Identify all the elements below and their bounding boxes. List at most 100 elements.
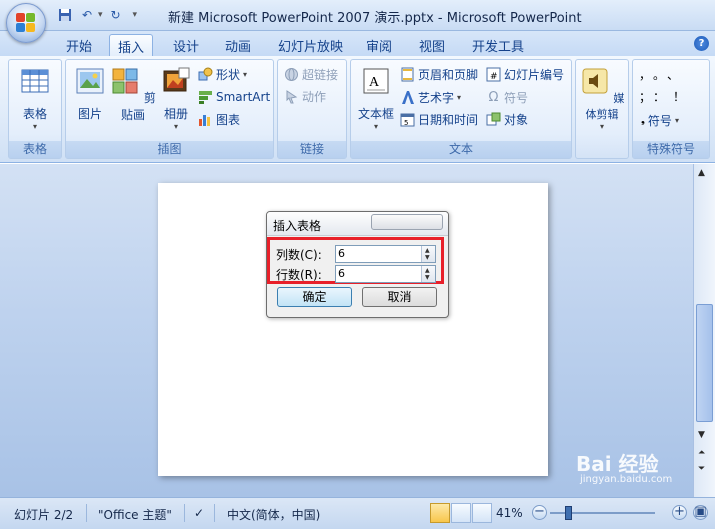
group-label-special-symbols: 特殊符号 xyxy=(633,141,709,158)
rows-spinner[interactable]: ▲ ▼ xyxy=(421,266,435,282)
redo-icon[interactable]: ↻ xyxy=(107,6,125,24)
group-media: 媒体剪辑 ▾ xyxy=(575,59,629,159)
clipart-button[interactable]: 剪贴画 xyxy=(110,66,156,123)
special-symbol-button[interactable]: ❟ 符号 ▾ xyxy=(641,111,679,129)
language-indicator[interactable]: 中文(简体，中国) xyxy=(227,506,320,523)
tab-insert[interactable]: 插入 xyxy=(109,34,154,56)
wordart-button[interactable]: 艺术字 ▾ xyxy=(400,88,461,106)
columns-label: 列数(C): xyxy=(276,247,322,262)
hyperlink-button[interactable]: 超链接 xyxy=(284,65,338,83)
spin-down-icon[interactable]: ▼ xyxy=(425,255,430,261)
spin-down-icon[interactable]: ▼ xyxy=(425,275,430,281)
textbox-icon: A xyxy=(363,68,389,94)
dialog-close-button[interactable] xyxy=(371,214,443,230)
group-links: 超链接 动作 链接 xyxy=(277,59,347,159)
clipart-icon xyxy=(112,68,138,94)
tab-view[interactable]: 视图 xyxy=(411,34,453,56)
svg-text:A: A xyxy=(369,75,380,90)
textbox-dropdown-icon: ▾ xyxy=(373,122,378,131)
fit-window-icon[interactable]: ▣ xyxy=(693,505,708,520)
scroll-down-icon[interactable]: ▼ xyxy=(698,430,705,440)
slideshow-view-button[interactable] xyxy=(472,503,492,523)
symbol-button[interactable]: Ω 符号 xyxy=(486,88,528,106)
zoom-out-icon[interactable]: − xyxy=(532,505,547,520)
slide-counter: 幻灯片 2/2 xyxy=(14,508,74,522)
calendar-icon: 5 xyxy=(400,113,415,127)
vertical-scrollbar[interactable]: ▲ ▼ ⏶ ⏷ xyxy=(693,164,715,497)
tab-developer[interactable]: 开发工具 xyxy=(464,34,532,56)
quick-access-toolbar: ↶ ▾ ↻ ▾ xyxy=(56,6,137,24)
dialog-title-bar: 插入表格 xyxy=(267,212,448,236)
undo-icon[interactable]: ↶ xyxy=(78,6,96,24)
save-icon[interactable] xyxy=(56,6,74,24)
action-button[interactable]: 动作 xyxy=(284,87,326,105)
customize-toolbar-icon[interactable]: ▾ xyxy=(133,10,138,20)
textbox-button[interactable]: A 文本框 ▾ xyxy=(355,66,397,131)
shapes-icon xyxy=(198,67,213,80)
cancel-button[interactable]: 取消 xyxy=(362,287,437,307)
rows-input[interactable]: 6 ▲ ▼ xyxy=(335,265,436,283)
header-footer-icon xyxy=(401,67,414,81)
tab-animation[interactable]: 动画 xyxy=(217,34,259,56)
group-special-symbols: ，。、 ；：！ ❟ 符号 ▾ 特殊符号 xyxy=(632,59,710,159)
ok-button[interactable]: 确定 xyxy=(277,287,352,307)
slide-sorter-button[interactable] xyxy=(451,503,471,523)
speaker-icon xyxy=(582,68,608,94)
media-clip-button[interactable]: 媒体剪辑 ▾ xyxy=(576,66,628,131)
object-icon xyxy=(486,112,501,125)
group-table: 表格 ▾ 表格 xyxy=(8,59,62,159)
table-dropdown-icon: ▾ xyxy=(32,122,37,131)
tab-slideshow[interactable]: 幻灯片放映 xyxy=(270,34,351,56)
symbol-chars-row2[interactable]: ；：！ xyxy=(639,88,693,105)
group-label-links: 链接 xyxy=(278,141,346,158)
tab-home[interactable]: 开始 xyxy=(58,34,100,56)
smartart-button[interactable]: SmartArt xyxy=(198,88,270,106)
slide-number-button[interactable]: # 幻灯片编号 xyxy=(486,65,564,83)
office-button[interactable] xyxy=(6,3,46,43)
spellcheck-icon[interactable]: ✓ xyxy=(194,506,204,520)
group-text: A 文本框 ▾ 页眉和页脚 艺术字 ▾ 5 日期和时间 # 幻灯片编号 Ω 符号… xyxy=(350,59,572,159)
hyperlink-icon xyxy=(285,67,298,81)
chart-button[interactable]: 图表 xyxy=(198,110,240,128)
wordart-dropdown-icon: ▾ xyxy=(457,92,462,102)
rows-row: 行数(R): xyxy=(276,265,336,283)
svg-text:5: 5 xyxy=(404,119,408,127)
zoom-level[interactable]: 41% xyxy=(496,506,523,520)
scroll-up-icon[interactable]: ▲ xyxy=(698,168,705,178)
columns-row: 列数(C): xyxy=(276,245,336,263)
zoom-in-icon[interactable]: + xyxy=(672,505,687,520)
undo-dropdown-icon[interactable]: ▾ xyxy=(98,10,103,20)
group-label-illustrations: 插图 xyxy=(66,141,273,158)
scroll-thumb[interactable] xyxy=(696,304,713,422)
normal-view-button[interactable] xyxy=(430,503,450,523)
group-label-table: 表格 xyxy=(9,141,61,158)
shapes-button[interactable]: 形状 ▾ xyxy=(198,65,247,83)
table-button[interactable]: 表格 ▾ xyxy=(15,66,55,131)
album-dropdown-icon: ▾ xyxy=(173,122,178,131)
omega-icon: Ω xyxy=(488,89,499,105)
group-illustrations: 图片 剪贴画 相册 ▾ 形状 ▾ SmartArt 图表 插图 xyxy=(65,59,274,159)
zoom-slider-knob[interactable] xyxy=(565,506,572,520)
previous-slide-icon[interactable]: ⏶ xyxy=(698,448,705,458)
object-button[interactable]: 对象 xyxy=(486,110,528,128)
symbol-chars-row1[interactable]: ，。、 xyxy=(639,66,687,83)
picture-icon xyxy=(76,68,104,94)
shapes-dropdown-icon: ▾ xyxy=(243,69,248,79)
action-icon xyxy=(286,89,298,103)
special-symbol-dropdown-icon: ▾ xyxy=(674,115,679,125)
header-footer-button[interactable]: 页眉和页脚 xyxy=(400,65,478,83)
status-divider xyxy=(86,504,87,522)
picture-button[interactable]: 图片 xyxy=(70,66,110,122)
wordart-icon xyxy=(402,90,414,104)
datetime-button[interactable]: 5 日期和时间 xyxy=(400,110,478,128)
columns-spinner[interactable]: ▲ ▼ xyxy=(421,246,435,262)
media-dropdown-icon: ▾ xyxy=(599,122,604,131)
smartart-icon xyxy=(199,90,212,104)
next-slide-icon[interactable]: ⏷ xyxy=(698,464,705,474)
tab-design[interactable]: 设计 xyxy=(165,34,207,56)
ribbon-tab-row: 开始 插入 设计 动画 幻灯片放映 审阅 视图 开发工具 ? xyxy=(0,31,715,56)
tab-review[interactable]: 审阅 xyxy=(358,34,400,56)
columns-input[interactable]: 6 ▲ ▼ xyxy=(335,245,436,263)
photo-album-button[interactable]: 相册 ▾ xyxy=(156,66,196,131)
help-icon[interactable]: ? xyxy=(694,36,709,51)
